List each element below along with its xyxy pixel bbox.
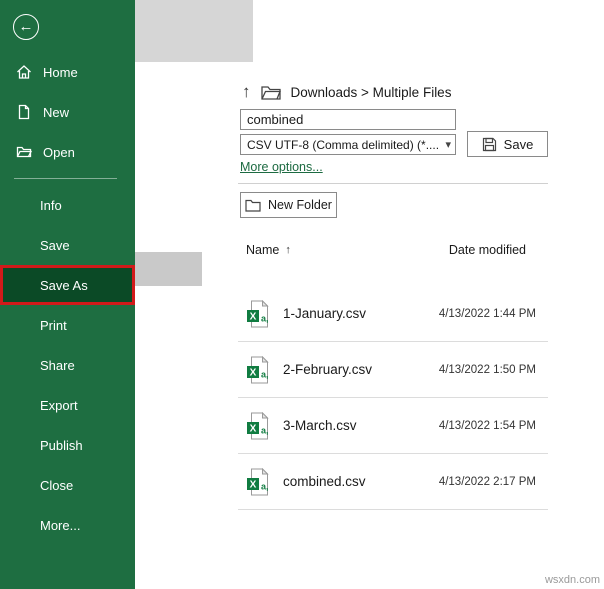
file-list-header: Name ↑ Date modified [238, 240, 548, 260]
horizontal-divider [238, 183, 548, 184]
sort-ascending-icon: ↑ [285, 244, 291, 256]
sidebar-item-label: Home [43, 64, 78, 80]
csv-file-icon: X a, [247, 299, 269, 327]
sidebar-bottom-nav: Info Save Save As Print Share Export Pub… [0, 185, 135, 545]
floppy-disk-icon [482, 137, 496, 151]
file-name: 3-March.csv [283, 418, 357, 433]
filetype-selected-value: CSV UTF-8 (Comma delimited) (*.... [247, 137, 440, 152]
file-row[interactable]: X a, 1-January.csv 4/13/2022 1:44 PM [238, 286, 548, 342]
sidebar-item-label: Save As [40, 277, 88, 293]
sidebar-item-share[interactable]: Share [0, 345, 135, 385]
save-button[interactable]: Save [467, 131, 548, 157]
sidebar-item-label: Save [40, 237, 70, 253]
sidebar-item-save[interactable]: Save [0, 225, 135, 265]
svg-text:X: X [250, 311, 257, 322]
home-icon [17, 65, 31, 79]
open-folder-icon [16, 146, 32, 158]
sidebar-item-label: Open [43, 144, 75, 160]
new-folder-icon [245, 199, 261, 212]
sidebar-item-label: Info [40, 197, 62, 213]
csv-file-icon: X a, [247, 467, 269, 495]
sidebar-divider [14, 178, 117, 179]
new-folder-button-label: New Folder [268, 198, 332, 212]
file-date-modified: 4/13/2022 1:54 PM [438, 419, 536, 432]
sidebar-item-label: Share [40, 357, 75, 373]
sidebar-item-info[interactable]: Info [0, 185, 135, 225]
svg-text:a,: a, [261, 425, 269, 435]
sidebar-item-new[interactable]: New [0, 92, 135, 132]
csv-file-icon: X a, [247, 411, 269, 439]
svg-text:a,: a, [261, 481, 269, 491]
sidebar-item-label: New [43, 104, 70, 120]
sidebar-item-label: Close [40, 477, 74, 493]
new-folder-button[interactable]: New Folder [240, 192, 337, 218]
file-name: 1-January.csv [283, 306, 367, 321]
backstage-sidebar: ← Home New Open Info Save Save As Print … [0, 0, 135, 589]
sidebar-item-open[interactable]: Open [0, 132, 135, 172]
filetype-dropdown[interactable]: CSV UTF-8 (Comma delimited) (*.... ▾ [240, 134, 456, 155]
file-row[interactable]: X a, 2-February.csv 4/13/2022 1:50 PM [238, 342, 548, 398]
svg-text:X: X [250, 423, 257, 434]
file-date-modified: 4/13/2022 1:50 PM [438, 363, 536, 376]
column-name-label: Name [246, 243, 280, 257]
navigate-up-icon[interactable]: ↑ [242, 82, 251, 102]
new-document-icon [18, 104, 30, 120]
sidebar-item-more[interactable]: More... [0, 505, 135, 545]
sidebar-item-close[interactable]: Close [0, 465, 135, 505]
folder-icon [260, 85, 281, 100]
filename-input[interactable] [240, 109, 456, 130]
file-date-modified: 4/13/2022 1:44 PM [438, 307, 536, 320]
sidebar-item-export[interactable]: Export [0, 385, 135, 425]
file-name: 2-February.csv [283, 362, 373, 377]
sidebar-item-publish[interactable]: Publish [0, 425, 135, 465]
sidebar-item-label: Print [40, 317, 67, 333]
file-row[interactable]: X a, combined.csv 4/13/2022 2:17 PM [238, 454, 548, 510]
csv-file-icon: X a, [247, 355, 269, 383]
sidebar-item-home[interactable]: Home [0, 52, 135, 92]
sidebar-item-print[interactable]: Print [0, 305, 135, 345]
svg-text:X: X [250, 367, 257, 378]
svg-text:a,: a, [261, 313, 269, 323]
sidebar-item-label: Export [40, 397, 78, 413]
back-button[interactable]: ← [13, 14, 39, 40]
watermark: wsxdn.com [544, 574, 600, 586]
breadcrumb-row: ↑ Downloads > Multiple Files [242, 82, 451, 102]
save-button-label: Save [503, 136, 534, 152]
file-row[interactable]: X a, 3-March.csv 4/13/2022 1:54 PM [238, 398, 548, 454]
file-date-modified: 4/13/2022 2:17 PM [438, 475, 536, 488]
svg-text:X: X [250, 479, 257, 490]
sidebar-item-save-as[interactable]: Save As [0, 265, 135, 305]
sidebar-item-label: More... [40, 517, 81, 533]
file-name: combined.csv [283, 474, 366, 489]
column-header-name[interactable]: Name ↑ [246, 243, 291, 257]
file-list: X a, 1-January.csv 4/13/2022 1:44 PM X a… [238, 286, 548, 510]
more-options-link[interactable]: More options... [240, 160, 323, 174]
svg-text:a,: a, [261, 369, 269, 379]
back-arrow-icon: ← [18, 18, 34, 35]
chevron-down-icon: ▾ [445, 139, 451, 151]
sidebar-top-nav: Home New Open [0, 52, 135, 172]
breadcrumb[interactable]: Downloads > Multiple Files [291, 85, 452, 100]
sidebar-item-label: Publish [40, 437, 83, 453]
column-header-date-modified[interactable]: Date modified [449, 243, 526, 257]
